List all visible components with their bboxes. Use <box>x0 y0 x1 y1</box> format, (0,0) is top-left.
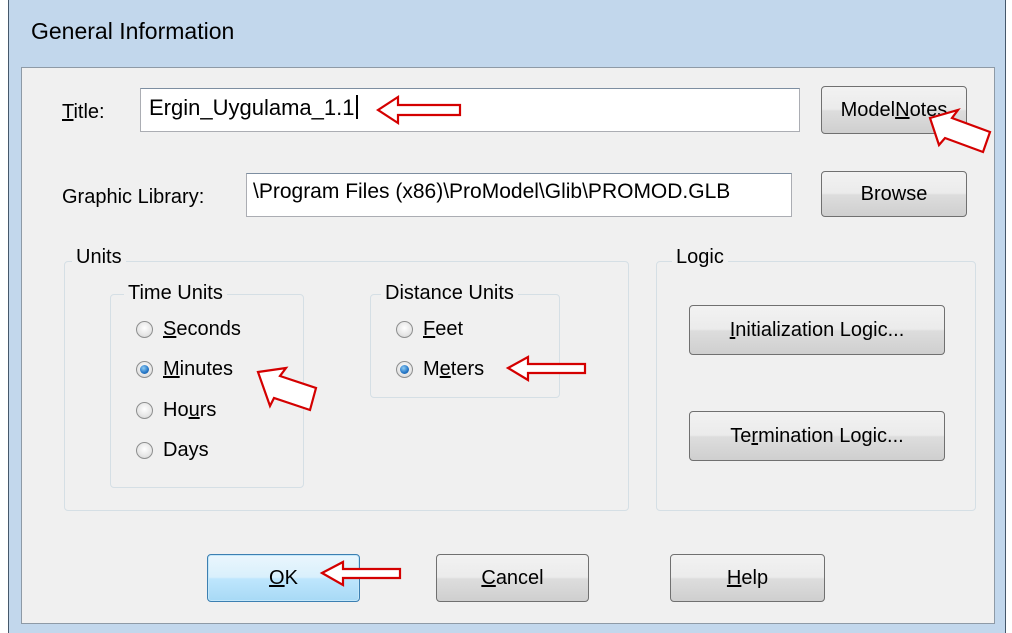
meters-arrow-icon <box>505 355 587 382</box>
model-notes-arrow-icon <box>928 108 992 154</box>
minutes-arrow-icon <box>256 366 318 412</box>
ok-arrow-icon <box>319 560 402 587</box>
annotation-arrows <box>256 94 992 587</box>
title-arrow-icon <box>375 94 462 126</box>
